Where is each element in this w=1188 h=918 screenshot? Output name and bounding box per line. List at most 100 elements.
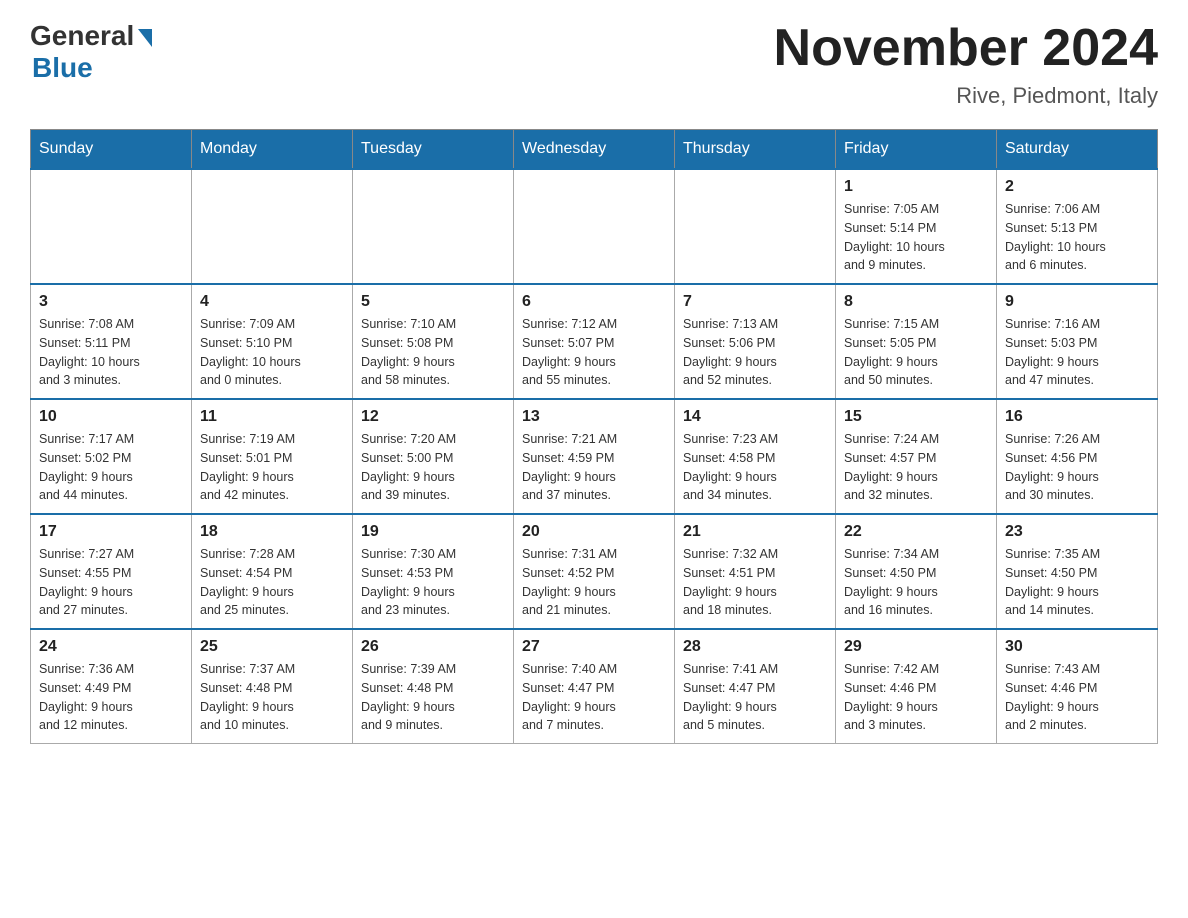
day-info: Sunrise: 7:39 AMSunset: 4:48 PMDaylight:… <box>361 660 505 735</box>
weekday-header-sunday: Sunday <box>31 130 192 170</box>
calendar-cell: 30 Sunrise: 7:43 AMSunset: 4:46 PMDayligh… <box>997 629 1158 744</box>
calendar-cell <box>192 169 353 284</box>
calendar-cell: 22Sunrise: 7:34 AMSunset: 4:50 PMDayligh… <box>836 514 997 629</box>
day-number: 6 <box>522 293 666 311</box>
day-info: Sunrise: 7:12 AMSunset: 5:07 PMDaylight:… <box>522 315 666 390</box>
day-info: Sunrise: 7:21 AMSunset: 4:59 PMDaylight:… <box>522 430 666 505</box>
calendar-cell: 1Sunrise: 7:05 AMSunset: 5:14 PMDaylight… <box>836 169 997 284</box>
day-info: Sunrise: 7:08 AMSunset: 5:11 PMDaylight:… <box>39 315 183 390</box>
day-number: 30 <box>1005 638 1149 656</box>
day-number: 4 <box>200 293 344 311</box>
day-info: Sunrise: 7:30 AMSunset: 4:53 PMDaylight:… <box>361 545 505 620</box>
day-number: 24 <box>39 638 183 656</box>
day-info: Sunrise: 7:37 AMSunset: 4:48 PMDaylight:… <box>200 660 344 735</box>
day-number: 14 <box>683 408 827 426</box>
calendar-cell: 19Sunrise: 7:30 AMSunset: 4:53 PMDayligh… <box>353 514 514 629</box>
day-number: 8 <box>844 293 988 311</box>
calendar-cell: 3 Sunrise: 7:08 AMSunset: 5:11 PMDaylight… <box>31 284 192 399</box>
weekday-header-monday: Monday <box>192 130 353 170</box>
day-info: Sunrise: 7:36 AMSunset: 4:49 PMDaylight:… <box>39 660 183 735</box>
calendar-cell: 13 Sunrise: 7:21 AMSunset: 4:59 PMDayligh… <box>514 399 675 514</box>
calendar-cell: 16Sunrise: 7:26 AMSunset: 4:56 PMDayligh… <box>997 399 1158 514</box>
day-number: 29 <box>844 638 988 656</box>
calendar-cell: 14 Sunrise: 7:23 AMSunset: 4:58 PMDayligh… <box>675 399 836 514</box>
calendar-cell: 7 Sunrise: 7:13 AMSunset: 5:06 PMDaylight… <box>675 284 836 399</box>
calendar-cell: 24 Sunrise: 7:36 AMSunset: 4:49 PMDayligh… <box>31 629 192 744</box>
calendar-cell: 4 Sunrise: 7:09 AMSunset: 5:10 PMDaylight… <box>192 284 353 399</box>
logo-general-text: General <box>30 20 134 52</box>
calendar-cell <box>353 169 514 284</box>
day-number: 7 <box>683 293 827 311</box>
location-text: Rive, Piedmont, Italy <box>774 83 1158 109</box>
day-number: 20 <box>522 523 666 541</box>
weekday-header-row: SundayMondayTuesdayWednesdayThursdayFrid… <box>31 130 1158 170</box>
day-number: 5 <box>361 293 505 311</box>
calendar-cell: 11Sunrise: 7:19 AMSunset: 5:01 PMDayligh… <box>192 399 353 514</box>
calendar-week-row-3: 10Sunrise: 7:17 AMSunset: 5:02 PMDayligh… <box>31 399 1158 514</box>
day-number: 27 <box>522 638 666 656</box>
calendar-week-row-2: 3 Sunrise: 7:08 AMSunset: 5:11 PMDaylight… <box>31 284 1158 399</box>
day-number: 3 <box>39 293 183 311</box>
day-number: 23 <box>1005 523 1149 541</box>
calendar-cell: 12 Sunrise: 7:20 AMSunset: 5:00 PMDayligh… <box>353 399 514 514</box>
logo-blue-text: Blue <box>32 52 93 84</box>
weekday-header-tuesday: Tuesday <box>353 130 514 170</box>
weekday-header-thursday: Thursday <box>675 130 836 170</box>
day-info: Sunrise: 7:16 AMSunset: 5:03 PMDaylight:… <box>1005 315 1149 390</box>
calendar-cell: 2 Sunrise: 7:06 AMSunset: 5:13 PMDaylight… <box>997 169 1158 284</box>
day-info: Sunrise: 7:27 AMSunset: 4:55 PMDaylight:… <box>39 545 183 620</box>
day-info: Sunrise: 7:05 AMSunset: 5:14 PMDaylight:… <box>844 200 988 275</box>
calendar-week-row-1: 1Sunrise: 7:05 AMSunset: 5:14 PMDaylight… <box>31 169 1158 284</box>
calendar-cell: 25Sunrise: 7:37 AMSunset: 4:48 PMDayligh… <box>192 629 353 744</box>
day-info: Sunrise: 7:24 AMSunset: 4:57 PMDaylight:… <box>844 430 988 505</box>
day-number: 16 <box>1005 408 1149 426</box>
calendar-cell: 26 Sunrise: 7:39 AMSunset: 4:48 PMDayligh… <box>353 629 514 744</box>
calendar-cell <box>514 169 675 284</box>
day-number: 17 <box>39 523 183 541</box>
day-number: 21 <box>683 523 827 541</box>
day-info: Sunrise: 7:28 AMSunset: 4:54 PMDaylight:… <box>200 545 344 620</box>
calendar-cell: 23 Sunrise: 7:35 AMSunset: 4:50 PMDayligh… <box>997 514 1158 629</box>
day-info: Sunrise: 7:31 AMSunset: 4:52 PMDaylight:… <box>522 545 666 620</box>
calendar-cell: 21Sunrise: 7:32 AMSunset: 4:51 PMDayligh… <box>675 514 836 629</box>
calendar-cell <box>31 169 192 284</box>
calendar-week-row-5: 24 Sunrise: 7:36 AMSunset: 4:49 PMDayligh… <box>31 629 1158 744</box>
calendar-cell: 8 Sunrise: 7:15 AMSunset: 5:05 PMDaylight… <box>836 284 997 399</box>
title-block: November 2024 Rive, Piedmont, Italy <box>774 20 1158 109</box>
day-number: 15 <box>844 408 988 426</box>
day-info: Sunrise: 7:43 AMSunset: 4:46 PMDaylight:… <box>1005 660 1149 735</box>
day-info: Sunrise: 7:34 AMSunset: 4:50 PMDaylight:… <box>844 545 988 620</box>
day-info: Sunrise: 7:15 AMSunset: 5:05 PMDaylight:… <box>844 315 988 390</box>
day-info: Sunrise: 7:13 AMSunset: 5:06 PMDaylight:… <box>683 315 827 390</box>
day-number: 11 <box>200 408 344 426</box>
day-info: Sunrise: 7:06 AMSunset: 5:13 PMDaylight:… <box>1005 200 1149 275</box>
calendar-cell: 18Sunrise: 7:28 AMSunset: 4:54 PMDayligh… <box>192 514 353 629</box>
weekday-header-wednesday: Wednesday <box>514 130 675 170</box>
page-header: General Blue November 2024 Rive, Piedmon… <box>30 20 1158 109</box>
day-info: Sunrise: 7:35 AMSunset: 4:50 PMDaylight:… <box>1005 545 1149 620</box>
day-info: Sunrise: 7:09 AMSunset: 5:10 PMDaylight:… <box>200 315 344 390</box>
day-number: 28 <box>683 638 827 656</box>
calendar-cell: 27Sunrise: 7:40 AMSunset: 4:47 PMDayligh… <box>514 629 675 744</box>
day-number: 2 <box>1005 178 1149 196</box>
calendar-cell: 6 Sunrise: 7:12 AMSunset: 5:07 PMDaylight… <box>514 284 675 399</box>
calendar-cell: 28 Sunrise: 7:41 AMSunset: 4:47 PMDayligh… <box>675 629 836 744</box>
weekday-header-friday: Friday <box>836 130 997 170</box>
calendar-cell: 29 Sunrise: 7:42 AMSunset: 4:46 PMDayligh… <box>836 629 997 744</box>
day-info: Sunrise: 7:23 AMSunset: 4:58 PMDaylight:… <box>683 430 827 505</box>
day-number: 9 <box>1005 293 1149 311</box>
calendar-cell: 10Sunrise: 7:17 AMSunset: 5:02 PMDayligh… <box>31 399 192 514</box>
day-info: Sunrise: 7:20 AMSunset: 5:00 PMDaylight:… <box>361 430 505 505</box>
day-info: Sunrise: 7:42 AMSunset: 4:46 PMDaylight:… <box>844 660 988 735</box>
day-info: Sunrise: 7:41 AMSunset: 4:47 PMDaylight:… <box>683 660 827 735</box>
day-info: Sunrise: 7:10 AMSunset: 5:08 PMDaylight:… <box>361 315 505 390</box>
calendar-cell: 9 Sunrise: 7:16 AMSunset: 5:03 PMDaylight… <box>997 284 1158 399</box>
day-number: 13 <box>522 408 666 426</box>
day-number: 26 <box>361 638 505 656</box>
day-number: 12 <box>361 408 505 426</box>
logo-arrow-icon <box>138 29 152 47</box>
calendar-table: SundayMondayTuesdayWednesdayThursdayFrid… <box>30 129 1158 744</box>
calendar-cell <box>675 169 836 284</box>
calendar-cell: 15 Sunrise: 7:24 AMSunset: 4:57 PMDayligh… <box>836 399 997 514</box>
calendar-cell: 5 Sunrise: 7:10 AMSunset: 5:08 PMDaylight… <box>353 284 514 399</box>
